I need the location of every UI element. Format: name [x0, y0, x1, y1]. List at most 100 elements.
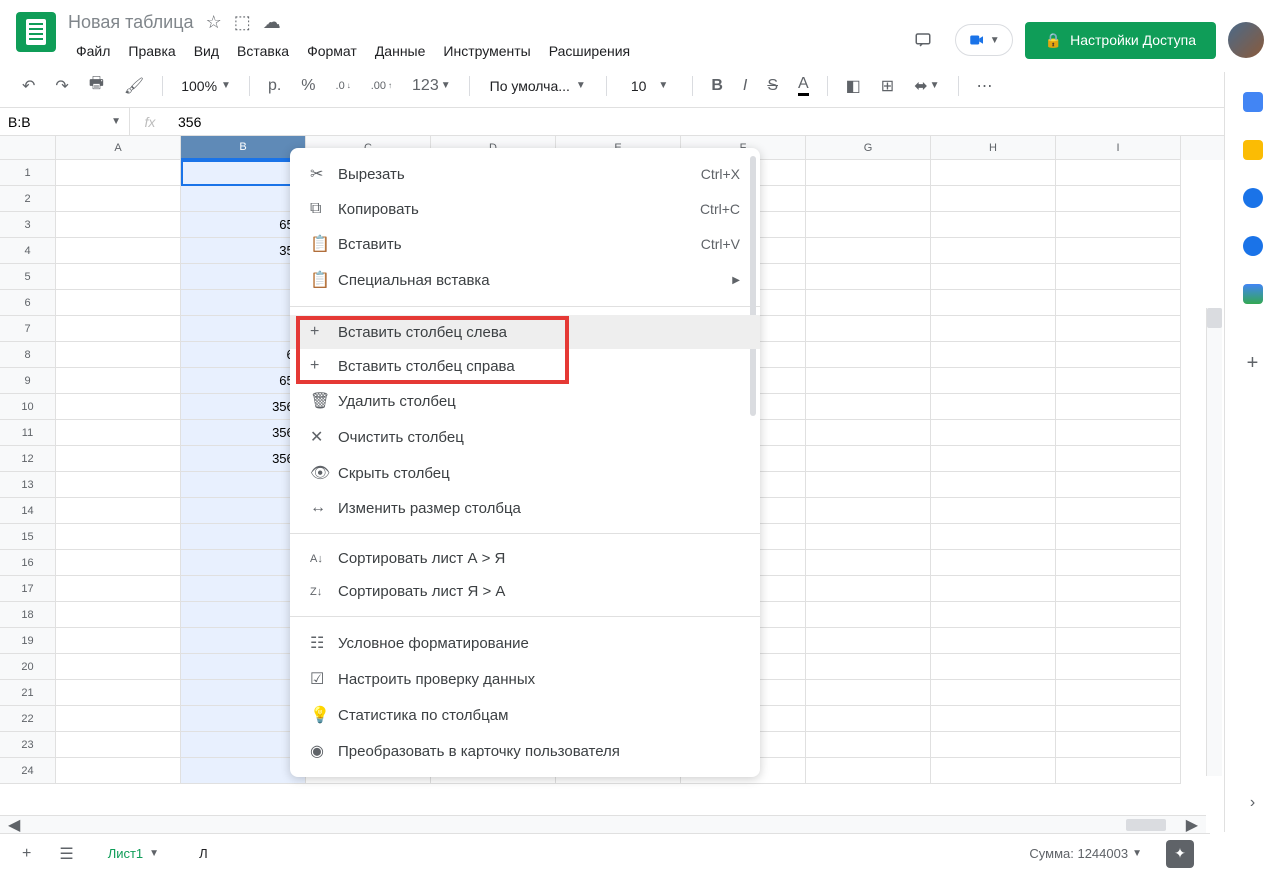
cell[interactable] [931, 446, 1056, 472]
cell[interactable] [806, 160, 931, 186]
col-header-h[interactable]: H [931, 136, 1056, 160]
share-button[interactable]: 🔒 Настройки Доступа [1025, 22, 1216, 59]
row-header[interactable]: 20 [0, 654, 56, 680]
cell[interactable] [181, 264, 306, 290]
menu-insert[interactable]: Вставка [229, 39, 297, 63]
cell[interactable] [56, 550, 181, 576]
vertical-scrollbar[interactable] [1206, 308, 1222, 776]
cell[interactable] [806, 732, 931, 758]
addons-plus-icon[interactable]: + [1247, 352, 1259, 375]
row-header[interactable]: 11 [0, 420, 56, 446]
more-button[interactable]: ⋯ [971, 72, 999, 100]
cell[interactable] [931, 264, 1056, 290]
cell[interactable] [806, 498, 931, 524]
row-header[interactable]: 18 [0, 602, 56, 628]
cell[interactable] [931, 238, 1056, 264]
bold-button[interactable]: B [705, 73, 729, 99]
print-button[interactable]: 🖶 [83, 68, 110, 103]
cell[interactable] [931, 472, 1056, 498]
cm-clear-col[interactable]: ✕Очистить столбец [290, 419, 760, 455]
cell[interactable] [931, 602, 1056, 628]
cell[interactable]: 65 [181, 342, 306, 368]
row-header[interactable]: 13 [0, 472, 56, 498]
cell[interactable] [931, 680, 1056, 706]
cell[interactable]: 356 [181, 238, 306, 264]
cell[interactable] [1056, 680, 1181, 706]
font-size-select[interactable]: 10▼ [619, 74, 680, 98]
cell[interactable] [1056, 290, 1181, 316]
row-header[interactable]: 21 [0, 680, 56, 706]
collapse-panel-icon[interactable]: › [1250, 794, 1255, 812]
row-header[interactable]: 2 [0, 186, 56, 212]
menu-edit[interactable]: Правка [120, 39, 183, 63]
col-header-a[interactable]: A [56, 136, 181, 160]
cell[interactable] [931, 654, 1056, 680]
cell[interactable] [931, 706, 1056, 732]
cell[interactable] [931, 498, 1056, 524]
cell[interactable] [806, 186, 931, 212]
cm-delete-col[interactable]: 🗑Удалить столбец [290, 383, 760, 419]
move-icon[interactable]: ⬚ [234, 12, 251, 33]
dec-decimal-button[interactable]: .0↓ [330, 76, 357, 96]
cell[interactable] [1056, 758, 1181, 784]
cell[interactable] [806, 680, 931, 706]
cell[interactable] [931, 212, 1056, 238]
menu-file[interactable]: Файл [68, 39, 118, 63]
paint-format-button[interactable]: 🖌 [118, 72, 150, 100]
cell[interactable] [56, 498, 181, 524]
cell[interactable] [1056, 576, 1181, 602]
cell[interactable] [1056, 446, 1181, 472]
cell[interactable] [931, 394, 1056, 420]
cell[interactable] [931, 420, 1056, 446]
sheets-logo[interactable] [16, 12, 56, 52]
cm-insert-col-right[interactable]: +Вставить столбец справа [290, 349, 760, 383]
row-header[interactable]: 3 [0, 212, 56, 238]
cell[interactable]: 3 [181, 316, 306, 342]
text-color-button[interactable]: A [792, 71, 815, 100]
cm-paste[interactable]: 📋ВставитьCtrl+V [290, 226, 760, 262]
cell[interactable] [806, 524, 931, 550]
cell[interactable] [806, 290, 931, 316]
cell[interactable] [1056, 186, 1181, 212]
cell[interactable] [806, 550, 931, 576]
comments-icon[interactable] [903, 20, 943, 60]
percent-button[interactable]: % [295, 73, 321, 99]
cell[interactable] [56, 316, 181, 342]
cell[interactable] [56, 238, 181, 264]
cell[interactable] [56, 368, 181, 394]
cell[interactable] [806, 420, 931, 446]
keep-icon[interactable] [1243, 140, 1263, 160]
cell[interactable] [181, 550, 306, 576]
cell[interactable] [806, 316, 931, 342]
cell[interactable] [806, 394, 931, 420]
cell[interactable] [1056, 368, 1181, 394]
cell[interactable] [56, 628, 181, 654]
redo-button[interactable]: ↷ [49, 72, 74, 100]
cell[interactable] [1056, 238, 1181, 264]
cm-col-stats[interactable]: 💡Статистика по столбцам [290, 697, 760, 733]
cell[interactable] [931, 576, 1056, 602]
row-header[interactable]: 12 [0, 446, 56, 472]
cell[interactable] [56, 186, 181, 212]
cell[interactable] [1056, 420, 1181, 446]
cell[interactable]: 655 [181, 212, 306, 238]
cm-sort-az[interactable]: A↓Сортировать лист А > Я [290, 542, 760, 575]
cell[interactable] [931, 368, 1056, 394]
cell[interactable] [1056, 732, 1181, 758]
cm-sort-za[interactable]: Z↓Сортировать лист Я > А [290, 575, 760, 608]
cell[interactable] [806, 706, 931, 732]
cell[interactable] [931, 524, 1056, 550]
row-header[interactable]: 23 [0, 732, 56, 758]
maps-icon[interactable] [1243, 284, 1263, 304]
tasks-icon[interactable] [1243, 188, 1263, 208]
row-header[interactable]: 8 [0, 342, 56, 368]
cell[interactable] [806, 446, 931, 472]
name-box[interactable]: B:B▼ [0, 108, 130, 135]
cell[interactable] [56, 758, 181, 784]
cell[interactable] [181, 602, 306, 628]
menu-data[interactable]: Данные [367, 39, 434, 63]
cell[interactable] [181, 628, 306, 654]
row-header[interactable]: 7 [0, 316, 56, 342]
cell[interactable] [56, 446, 181, 472]
cell[interactable] [806, 472, 931, 498]
